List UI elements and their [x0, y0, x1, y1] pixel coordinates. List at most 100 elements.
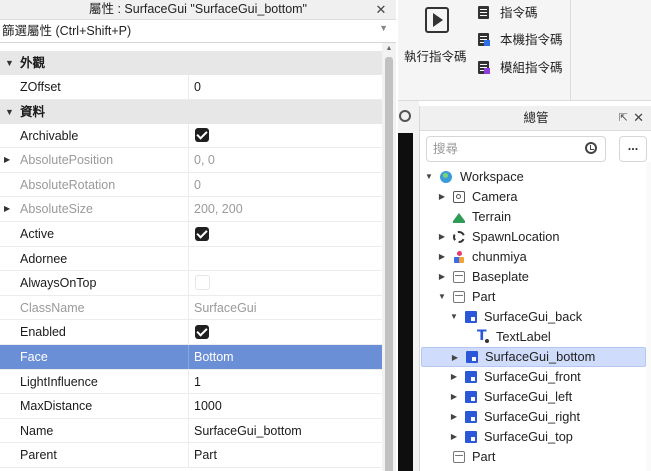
textlabel-icon — [477, 326, 489, 346]
tree-item-part-2[interactable]: Part — [420, 447, 651, 467]
tree-item-part[interactable]: ▼ Part — [420, 287, 651, 307]
collapse-arrow-icon[interactable]: ▼ — [424, 167, 434, 187]
property-row-absoluterotation[interactable]: AbsoluteRotation 0 — [0, 172, 382, 198]
surfacegui-icon — [465, 391, 477, 403]
tree-item-surfacegui-back[interactable]: ▼ SurfaceGui_back — [420, 307, 651, 327]
chevron-down-icon[interactable]: ▼ — [379, 23, 388, 33]
property-row-active[interactable]: Active — [0, 221, 382, 247]
collapse-arrow-icon[interactable]: ▼ — [5, 100, 14, 124]
history-icon[interactable] — [585, 142, 597, 154]
tree-item-chunmiya[interactable]: ▶ chunmiya — [420, 247, 651, 267]
properties-panel: 屬性 : SurfaceGui "SurfaceGui_bottom" ✕ ▼ … — [0, 0, 396, 471]
property-row-lightinfluence[interactable]: LightInfluence 1 — [0, 369, 382, 395]
property-value[interactable]: SurfaceGui_bottom — [188, 418, 382, 443]
tree-item-label: Baseplate — [472, 269, 529, 284]
active-checkbox[interactable] — [195, 226, 209, 241]
tree-item-label: Workspace — [460, 169, 524, 184]
property-name: Archivable — [20, 128, 79, 143]
play-icon — [425, 7, 449, 33]
property-name: Enabled — [20, 325, 66, 340]
close-icon[interactable]: ✕ — [633, 106, 644, 130]
explorer-scrollbar[interactable] — [646, 162, 651, 471]
expand-arrow-icon[interactable]: ▶ — [4, 148, 10, 172]
tree-item-spawnlocation[interactable]: ▶ SpawnLocation — [420, 227, 651, 247]
tree-item-surfacegui-right[interactable]: ▶ SurfaceGui_right — [420, 407, 651, 427]
expand-arrow-icon[interactable]: ▶ — [449, 407, 459, 427]
run-script-button[interactable]: 執行指令碼 — [404, 4, 470, 68]
collapse-arrow-icon[interactable]: ▼ — [437, 287, 447, 307]
section-data[interactable]: ▼ 資料 — [0, 99, 382, 124]
tree-item-surfacegui-front[interactable]: ▶ SurfaceGui_front — [420, 367, 651, 387]
property-value[interactable]: 1000 — [188, 394, 382, 418]
section-appearance[interactable]: ▼ 外觀 — [0, 51, 382, 75]
archivable-checkbox[interactable] — [195, 128, 209, 143]
expand-arrow-icon[interactable]: ▶ — [449, 387, 459, 407]
expand-arrow-icon[interactable]: ▶ — [450, 348, 460, 368]
terrain-icon — [453, 211, 465, 223]
tree-item-surfacegui-bottom[interactable]: ▶ SurfaceGui_bottom — [421, 347, 646, 367]
expand-arrow-icon[interactable]: ▶ — [437, 267, 447, 287]
more-options-button[interactable]: ... — [619, 136, 647, 162]
scroll-up-icon[interactable]: ▲ — [382, 43, 396, 55]
surfacegui-icon — [465, 311, 477, 323]
property-row-enabled[interactable]: Enabled — [0, 320, 382, 345]
property-value[interactable]: Part — [188, 443, 382, 467]
local-script-icon — [478, 33, 490, 46]
property-row-name[interactable]: Name SurfaceGui_bottom — [0, 418, 382, 444]
property-value[interactable]: 0 — [188, 75, 382, 99]
explorer-search-input[interactable] — [433, 140, 573, 158]
expand-arrow-icon[interactable]: ▶ — [437, 187, 447, 207]
property-row-zoffset[interactable]: ZOffset 0 — [0, 75, 382, 100]
tree-item-textlabel[interactable]: TextLabel — [420, 326, 651, 347]
property-name: AbsoluteSize — [20, 202, 93, 217]
character-icon — [453, 251, 465, 263]
collapse-arrow-icon[interactable]: ▼ — [5, 51, 14, 75]
expand-arrow-icon[interactable]: ▶ — [437, 247, 447, 267]
scrollbar-thumb[interactable] — [385, 57, 393, 471]
ribbon-divider — [570, 0, 571, 100]
tree-item-label: Terrain — [472, 209, 512, 224]
tree-item-surfacegui-left[interactable]: ▶ SurfaceGui_left — [420, 387, 651, 407]
property-row-face[interactable]: Face Bottom — [0, 344, 382, 370]
expand-arrow-icon[interactable]: ▶ — [449, 427, 459, 447]
property-row-absolutesize[interactable]: ▶ AbsoluteSize 200, 200 — [0, 197, 382, 222]
tree-item-surfacegui-top[interactable]: ▶ SurfaceGui_top — [420, 427, 651, 447]
close-icon[interactable]: ✕ — [374, 0, 388, 19]
enabled-checkbox[interactable] — [195, 325, 209, 340]
expand-arrow-icon[interactable]: ▶ — [437, 227, 447, 247]
alwaysontop-checkbox[interactable] — [195, 275, 210, 291]
explorer-tree: ▼ Workspace ▶ Camera Terrain ▶ SpawnLoca… — [420, 167, 651, 467]
globe-icon — [440, 171, 452, 183]
tree-item-baseplate[interactable]: ▶ Baseplate — [420, 267, 651, 287]
expand-arrow-icon[interactable]: ▶ — [449, 367, 459, 387]
property-row-archivable[interactable]: Archivable — [0, 123, 382, 149]
property-value[interactable]: Bottom — [188, 344, 382, 369]
expand-arrow-icon[interactable]: ▶ — [4, 197, 10, 221]
property-row-maxdistance[interactable]: MaxDistance 1000 — [0, 394, 382, 419]
properties-scrollbar[interactable]: ▲ — [382, 43, 396, 471]
property-name: ClassName — [20, 300, 85, 315]
property-row-alwaysontop[interactable]: AlwaysOnTop — [0, 271, 382, 296]
tree-item-camera[interactable]: ▶ Camera — [420, 187, 651, 207]
tree-item-workspace[interactable]: ▼ Workspace — [420, 167, 651, 187]
explorer-title-bar: 總管 ⇱ ✕ — [420, 106, 651, 131]
game-viewport[interactable] — [398, 133, 413, 471]
property-row-classname[interactable]: ClassName SurfaceGui — [0, 295, 382, 321]
collapse-arrow-icon[interactable]: ▼ — [449, 307, 459, 327]
property-row-adornee[interactable]: Adornee — [0, 246, 382, 272]
property-value: 0, 0 — [188, 148, 382, 172]
undock-icon[interactable]: ⇱ — [619, 106, 628, 130]
tree-item-terrain[interactable]: Terrain — [420, 207, 651, 227]
part-icon — [453, 291, 465, 303]
part-icon — [453, 271, 465, 283]
gear-icon[interactable] — [399, 110, 411, 122]
filter-properties-input[interactable] — [2, 21, 372, 40]
property-value[interactable]: 1 — [188, 369, 382, 394]
script-icon — [478, 6, 489, 19]
property-name: MaxDistance — [20, 399, 93, 414]
script-label: 指令碼 — [500, 6, 538, 20]
tree-item-label: Part — [472, 289, 496, 304]
property-row-absoluteposition[interactable]: ▶ AbsolutePosition 0, 0 — [0, 148, 382, 173]
property-row-parent[interactable]: Parent Part — [0, 443, 382, 468]
property-value[interactable] — [188, 246, 382, 271]
